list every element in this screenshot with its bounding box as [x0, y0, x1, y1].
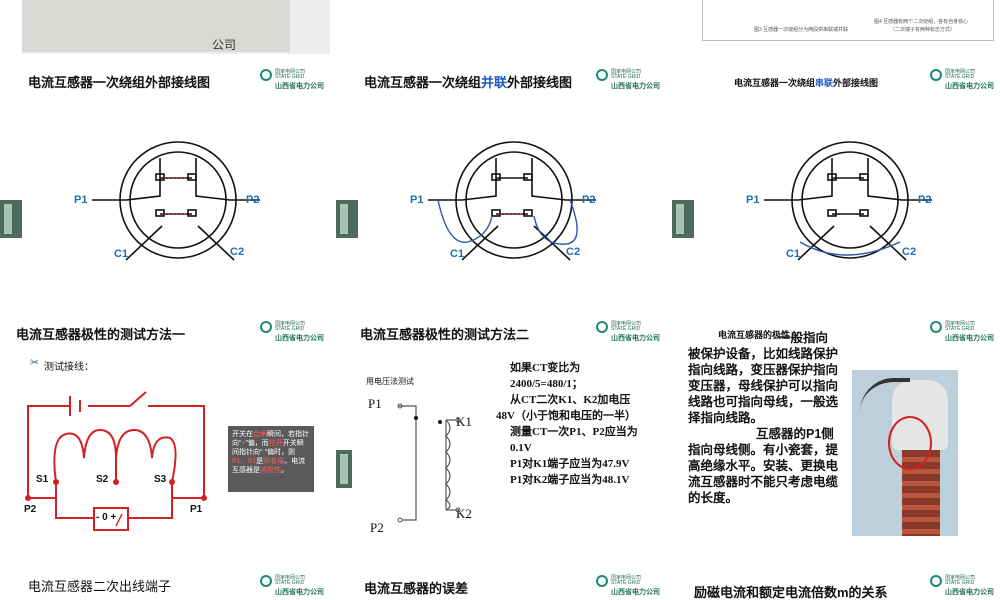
fig3-caption: 图3 互感器一次绕组分为两段供串联或并联 [754, 27, 849, 33]
ct-parallel-diagram [428, 141, 596, 261]
text-line: P1对K1端子应当为47.9V [510, 458, 630, 470]
text-line: 如果CT变比为 [510, 362, 581, 374]
ct-series-diagram [764, 141, 932, 261]
text-line: 测量CT一次P1、P2应当为0.1V [510, 426, 638, 454]
ct-photo [852, 370, 958, 536]
polarity-test-circuit [25, 391, 207, 531]
state-grid-logo: 国家电网公司 STATE GRID 山西省电力公司 [596, 67, 660, 91]
p1-label: P1 [368, 396, 382, 411]
slide-header: 电流互感器一次绕组外部接线图 国家电网公司 STATE GRID 山西省电力公司 [22, 62, 330, 96]
scissors-icon: ✂ [30, 357, 40, 369]
polarity-text: 一般指向被保护设备，比如线路保护指向线路，变压器保护指向变压器，母线保护可以指向… [688, 330, 838, 506]
slide-ct-error: 电流互感器的误差 国家电网公司 STATE GRID 山西省电力公司 [358, 568, 666, 600]
note-run: 拉开 [268, 440, 283, 447]
fig4-caption: 图4 互感器有两个二次绕组，各有自身铁心 [874, 19, 969, 25]
slide-series-wiring: 电流互感器一次绕组串联外部接线图 国家电网公司 STATE GRID 山西省电力公司… [694, 62, 1000, 308]
photo-fragment [22, 0, 290, 52]
p1-label: P1 [746, 194, 760, 206]
slide-title: 电流互感器一次绕组外部接线图 [28, 75, 211, 90]
polarity-note-box: 开关在合闸瞬间，若指针向“+”偏，而拉开开关瞬间指针向“-”偏时，则P1、S1是… [228, 426, 314, 492]
state-grid-logo: 国家电网公司 STATE GRID 山西省电力公司 [596, 319, 660, 343]
voltage-test-text: 如果CT变比为 2400/5=480/1； 从CT二次K1、K2加电压 48V（… [496, 360, 656, 488]
slide-header: 电流互感器极性的测试方法二 国家电网公司 STATE GRID 山西省电力公司 [352, 314, 666, 348]
note-run: ”偏，而 [245, 440, 269, 447]
state-grid-logo: 国家电网公司 STATE GRID 山西省电力公司 [260, 573, 324, 597]
slide-top-mid [358, 0, 666, 54]
p2-label: P2 [24, 504, 37, 515]
c2-label: C2 [566, 246, 581, 258]
paragraph-1: 一般指向被保护设备，比如线路保护指向线路，变压器保护指向变压器，母线保护可以指向… [688, 331, 839, 425]
p2-label: P2 [582, 194, 596, 206]
c2-label: C2 [902, 246, 917, 258]
s2-label: S2 [96, 474, 109, 485]
slide-header: 电流互感器极性的测试方法一 国家电网公司 STATE GRID 山西省电力公司 [0, 314, 330, 348]
p1-label: P1 [410, 194, 424, 206]
slide-top-left: 公司 [22, 0, 330, 54]
text-line: 48V（小于饱和电压的一半） [496, 410, 636, 422]
top-left-caption: 公司 [212, 38, 237, 52]
slide-title: 励磁电流和额定电流倍数m的关系 [694, 585, 888, 600]
fig4-caption-2: （二次端子有两种标志方式） [890, 27, 956, 33]
note-run: 同名端 [263, 458, 285, 465]
note-run: 减极性 [260, 467, 281, 474]
voltage-method-subtitle: 用电压法测试 [366, 377, 414, 386]
slide-header: 电流互感器一次绕组并联外部接线图 国家电网公司 STATE GRID 山西省电力公司 [358, 62, 666, 96]
meter-label: - 0 + [96, 512, 117, 523]
ct-wiring-diagram [92, 141, 260, 261]
c1-label: C1 [114, 248, 129, 260]
slide-title: 电流互感器二次出线端子 [28, 579, 172, 594]
slide-ct-polarity: 电流互感器的极性 国家电网公司 STATE GRID 山西省电力公司 一般指向被保护… [688, 314, 1000, 562]
slide-polarity-test-1: 电流互感器极性的测试方法一 国家电网公司 STATE GRID 山西省电力公司 ✂ … [0, 314, 330, 562]
note-run: 开关在 [232, 431, 253, 438]
paragraph-2: 互感器的P1侧指向母线侧。有小瓷套，提高绝缘水平。安装、更换电流互感器时不能只考… [688, 427, 839, 505]
state-grid-logo: 国家电网公司 STATE GRID 山西省电力公司 [260, 319, 324, 343]
slide-title: 电流互感器极性的测试方法一 [16, 327, 186, 342]
note-run: P1、S1 [232, 458, 257, 465]
slide-top-right: 图3 互感器一次绕组分为两段供串联或并联 图4 互感器有两个二次绕组，各有自身铁… [694, 0, 1000, 54]
note-run: 合闸 [253, 431, 267, 438]
slide-excitation-current: 励磁电流和额定电流倍数m的关系 国家电网公司 STATE GRID 山西省电力公司 [688, 568, 1000, 600]
p2-label: P2 [246, 194, 260, 206]
slide-secondary-terminals: 电流互感器二次出线端子 国家电网公司 STATE GRID 山西省电力公司 [22, 568, 330, 600]
slide-polarity-test-2: 电流互感器极性的测试方法二 国家电网公司 STATE GRID 山西省电力公司 用电… [352, 314, 666, 562]
side-strip [336, 200, 358, 238]
slide-parallel-wiring: 电流互感器一次绕组并联外部接线图 国家电网公司 STATE GRID 山西省电力公司… [358, 62, 666, 308]
slide-title: 电流互感器的误差 [364, 581, 469, 596]
text-line: P1对K2端子应当为48.1V [510, 474, 630, 486]
wiring-label: 测试接线： [44, 362, 94, 373]
s3-label: S3 [154, 474, 167, 485]
c1-label: C1 [786, 248, 801, 260]
p1-label: P1 [190, 504, 203, 515]
slide-title: 电流互感器一次绕组串联外部接线图 [734, 78, 879, 88]
state-grid-logo: 国家电网公司 STATE GRID 山西省电力公司 [930, 319, 994, 343]
side-strip [672, 200, 694, 238]
text-line: 2400/5=480/1； [510, 378, 583, 390]
c2-label: C2 [230, 246, 245, 258]
slide-header: 电流互感器一次绕组串联外部接线图 国家电网公司 STATE GRID 山西省电力公司 [694, 62, 1000, 96]
side-strip [0, 200, 22, 238]
note-run: ”偏时，则 [264, 449, 296, 456]
state-grid-logo: 国家电网公司 STATE GRID 山西省电力公司 [930, 573, 994, 597]
text-line: 从CT二次K1、K2加电压 [510, 394, 631, 406]
k2-label: K2 [456, 506, 472, 521]
slide-title: 电流互感器一次绕组并联外部接线图 [364, 75, 573, 90]
state-grid-logo: 国家电网公司 STATE GRID 山西省电力公司 [930, 67, 994, 91]
p2-label: P2 [918, 194, 932, 206]
c1-label: C1 [450, 248, 465, 260]
slide-primary-wiring: 电流互感器一次绕组外部接线图 国家电网公司 STATE GRID 山西省电力公司 P… [22, 62, 330, 308]
s1-label: S1 [36, 474, 49, 485]
p2-label: P2 [370, 520, 384, 535]
p1-label: P1 [74, 194, 88, 206]
state-grid-logo: 国家电网公司 STATE GRID 山西省电力公司 [260, 67, 324, 91]
note-run: 。 [281, 467, 288, 474]
slide-title: 电流互感器极性的测试方法二 [360, 327, 530, 342]
state-grid-logo: 国家电网公司 STATE GRID 山西省电力公司 [596, 573, 660, 597]
k1-label: K1 [456, 414, 472, 429]
